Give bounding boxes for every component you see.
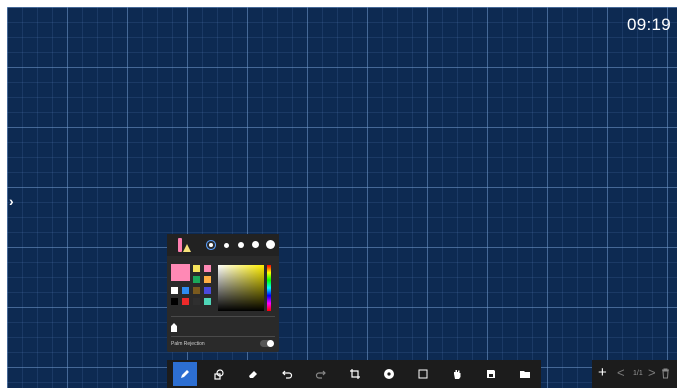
save-icon	[485, 368, 497, 380]
palm-rejection-toggle[interactable]	[260, 340, 274, 347]
stroke-size-5[interactable]	[266, 240, 275, 249]
toggle-knob	[267, 340, 274, 347]
clock: 09:19	[626, 15, 671, 34]
color-swatch[interactable]	[193, 265, 200, 272]
redo-button[interactable]	[309, 362, 333, 386]
undo-icon	[281, 368, 293, 380]
stroke-size-2[interactable]	[224, 243, 229, 248]
page-indicator: 1/1	[633, 370, 643, 377]
pen-preview-icon	[171, 323, 177, 332]
whiteboard-canvas[interactable]: 09:19 › Palm Rejection + < 1/1 >	[7, 7, 677, 388]
pan-tool[interactable]	[445, 362, 469, 386]
color-swatch[interactable]	[193, 287, 200, 294]
redo-icon	[315, 368, 327, 380]
next-page-button[interactable]: >	[648, 365, 656, 380]
divider	[171, 336, 275, 337]
stroke-size-1[interactable]	[209, 243, 213, 247]
current-color-swatch	[171, 264, 190, 281]
divider	[171, 316, 275, 317]
color-swatch[interactable]	[171, 298, 178, 305]
save-button[interactable]	[479, 362, 503, 386]
pen-tool[interactable]	[173, 362, 197, 386]
stroke-size-3[interactable]	[238, 242, 244, 248]
prev-page-button[interactable]: <	[617, 365, 625, 380]
color-swatch[interactable]	[204, 287, 211, 294]
open-button[interactable]	[513, 362, 537, 386]
folder-icon	[519, 368, 531, 380]
color-swatch[interactable]	[182, 298, 189, 305]
color-swatch[interactable]	[193, 298, 200, 305]
chevron-right-icon[interactable]: ›	[9, 193, 14, 209]
select-tool[interactable]	[411, 362, 435, 386]
color-swatch[interactable]	[193, 276, 200, 283]
highlighter-icon[interactable]	[183, 244, 191, 252]
background-icon	[383, 368, 395, 380]
color-swatch[interactable]	[204, 265, 211, 272]
color-picker-area[interactable]	[218, 265, 264, 311]
pen-icon	[179, 368, 191, 380]
background-button[interactable]	[377, 362, 401, 386]
crop-icon	[349, 368, 361, 380]
eraser-tool[interactable]	[241, 362, 265, 386]
undo-button[interactable]	[275, 362, 299, 386]
select-icon	[417, 368, 429, 380]
page-navigation: + < 1/1 >	[592, 360, 677, 388]
trash-icon[interactable]	[661, 367, 670, 382]
hand-icon	[451, 368, 463, 380]
color-swatch[interactable]	[204, 276, 211, 283]
shapes-icon	[213, 368, 225, 380]
eraser-icon	[247, 368, 259, 380]
color-swatch[interactable]	[182, 287, 189, 294]
shape-tool[interactable]	[207, 362, 231, 386]
color-swatch[interactable]	[171, 287, 178, 294]
crop-tool[interactable]	[343, 362, 367, 386]
stroke-size-4[interactable]	[252, 241, 259, 248]
hue-slider[interactable]	[267, 265, 271, 311]
pen-type-row	[167, 234, 279, 256]
bottom-toolbar	[167, 360, 541, 388]
add-page-button[interactable]: +	[598, 364, 607, 381]
color-swatch[interactable]	[204, 298, 211, 305]
pen-icon[interactable]	[178, 238, 182, 252]
pen-settings-panel: Palm Rejection	[167, 234, 279, 352]
palm-rejection-label: Palm Rejection	[171, 341, 205, 347]
